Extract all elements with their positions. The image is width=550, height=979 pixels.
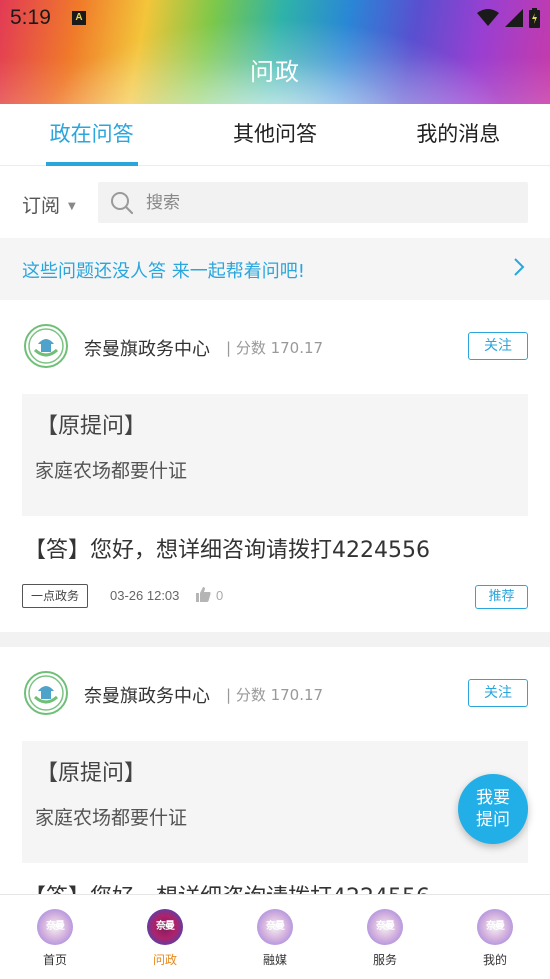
chevron-right-icon: [514, 258, 525, 276]
answer-text[interactable]: 【答】您好，想详细咨询请拨打4224556: [24, 532, 430, 564]
org-score: | 分数 170.17: [226, 339, 324, 357]
nav-label: 服务: [372, 953, 397, 967]
like-count: 0: [216, 588, 224, 603]
thumbs-up-icon[interactable]: [195, 586, 212, 603]
ask-question-button[interactable]: 我要 提问: [458, 774, 528, 844]
government-emblem-icon: [28, 675, 64, 711]
naiman-logo-icon: 奈曼: [367, 909, 403, 945]
card-header: 奈曼旗政务中心 | 分数 170.17 关注: [0, 300, 550, 392]
tab-qita-wenda[interactable]: 其他问答: [183, 104, 366, 165]
battery-icon: [529, 8, 540, 28]
follow-button[interactable]: 关注: [468, 332, 528, 360]
source-badge: 一点政务: [22, 584, 89, 608]
notification-icon: A: [72, 11, 86, 25]
naiman-logo-icon: 奈曼: [257, 909, 293, 945]
naiman-logo-icon: 奈曼: [477, 909, 513, 945]
question-text: 家庭农场都要什证: [35, 807, 188, 829]
org-name[interactable]: 奈曼旗政务中心: [84, 682, 210, 708]
signal-icon: [505, 9, 523, 27]
nav-label: 问政: [152, 953, 177, 967]
timestamp: 03-26 12:03: [110, 588, 180, 603]
naiman-logo-icon: 奈曼: [37, 909, 73, 945]
org-avatar[interactable]: [24, 324, 68, 368]
nav-item-wenzheng[interactable]: 奈曼 问政: [110, 895, 220, 979]
app-header: 5:19 A 问政: [0, 0, 550, 104]
page-title: 问政: [250, 58, 300, 86]
card-header: 奈曼旗政务中心 | 分数 170.17 关注: [0, 647, 550, 739]
tab-wode-xiaoxi[interactable]: 我的消息: [367, 104, 550, 165]
follow-button[interactable]: 关注: [468, 679, 528, 707]
card-meta: 一点政务 03-26 12:03 0 推荐: [22, 584, 528, 610]
qa-card[interactable]: 奈曼旗政务中心 | 分数 170.17 关注 【原提问】 家庭农场都要什证 【答…: [0, 300, 550, 632]
card-divider: [0, 632, 550, 648]
org-avatar[interactable]: [24, 671, 68, 715]
tab-zhengzai-wenda[interactable]: 政在问答: [0, 104, 183, 165]
filter-row: 订阅 ▼: [0, 166, 550, 238]
unanswered-banner[interactable]: 这些问题还没人答 来一起帮着问吧!: [0, 238, 550, 300]
naiman-logo-icon: 奈曼: [147, 909, 183, 945]
status-time: 5:19: [10, 6, 51, 29]
nav-item-home[interactable]: 奈曼 首页: [0, 895, 110, 979]
original-question[interactable]: 【原提问】 家庭农场都要什证: [22, 394, 528, 516]
recommend-button[interactable]: 推荐: [475, 585, 528, 609]
banner-text: 这些问题还没人答 来一起帮着问吧!: [22, 261, 305, 282]
wifi-icon: [477, 9, 499, 26]
government-emblem-icon: [28, 328, 64, 364]
answer-text[interactable]: 【答】您好，想详细咨询请拨打4224556: [24, 879, 430, 894]
status-bar: 5:19 A: [0, 0, 550, 36]
org-score: | 分数 170.17: [226, 686, 324, 704]
nav-label: 我的: [482, 953, 507, 967]
subscribe-label: 订阅: [22, 195, 61, 217]
caret-down-icon: ▼: [68, 201, 76, 212]
nav-item-rongmei[interactable]: 奈曼 融媒: [220, 895, 330, 979]
qa-card[interactable]: 奈曼旗政务中心 | 分数 170.17 关注 【原提问】 家庭农场都要什证 【答…: [0, 647, 550, 894]
search-box[interactable]: [98, 182, 528, 223]
question-tag: 【原提问】: [36, 414, 147, 439]
question-tag: 【原提问】: [36, 761, 147, 786]
org-name[interactable]: 奈曼旗政务中心: [84, 335, 210, 361]
question-text: 家庭农场都要什证: [35, 460, 188, 482]
nav-label: 融媒: [262, 953, 287, 967]
original-question[interactable]: 【原提问】 家庭农场都要什证: [22, 741, 528, 863]
search-icon: [111, 192, 134, 215]
status-icons: [477, 8, 540, 28]
fab-label-line1: 我要: [476, 788, 510, 808]
nav-label: 首页: [42, 953, 67, 967]
subscribe-dropdown[interactable]: 订阅 ▼: [22, 191, 76, 218]
tab-bar: 政在问答 其他问答 我的消息: [0, 104, 550, 166]
bottom-nav: 奈曼 首页 奈曼 问政 奈曼 融媒 奈曼 服务 奈曼 我的: [0, 894, 550, 979]
search-input[interactable]: [146, 182, 516, 223]
fab-label-line2: 提问: [476, 810, 510, 830]
nav-item-wode[interactable]: 奈曼 我的: [440, 895, 550, 979]
nav-item-fuwu[interactable]: 奈曼 服务: [330, 895, 440, 979]
